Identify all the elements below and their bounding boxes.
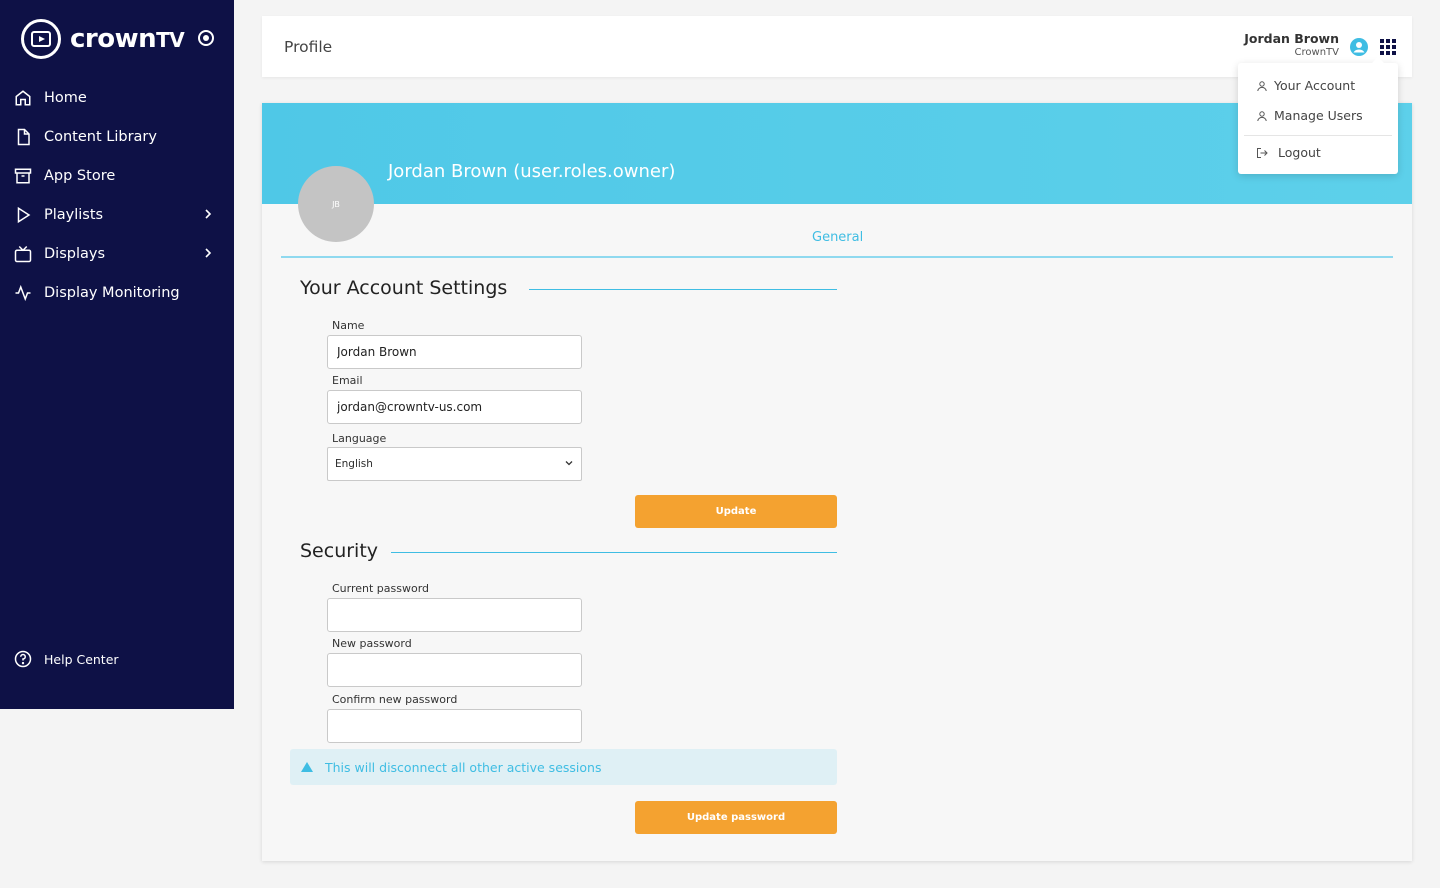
home-icon — [14, 89, 32, 107]
confirm-password-label: Confirm new password — [332, 693, 458, 706]
user-icon — [1256, 110, 1268, 122]
email-field[interactable] — [327, 390, 582, 424]
chevron-down-icon — [564, 458, 574, 470]
registered-icon — [198, 30, 214, 46]
app-logo[interactable]: crownTV — [21, 18, 185, 60]
activity-icon — [14, 284, 32, 302]
sidebar-item-label: Content Library — [44, 128, 157, 145]
sidebar-item-playlists[interactable]: Playlists — [0, 195, 234, 234]
archive-icon — [14, 167, 32, 185]
confirm-password-field[interactable] — [327, 709, 582, 743]
avatar: JB — [298, 166, 374, 242]
menu-item-logout[interactable]: Logout — [1256, 145, 1321, 160]
language-label: Language — [332, 432, 387, 445]
play-icon — [14, 206, 32, 224]
user-organization: CrownTV — [1294, 47, 1339, 58]
sidebar-item-content-library[interactable]: Content Library — [0, 117, 234, 156]
sidebar-nav: Home Content Library App Store Playlists — [0, 78, 234, 312]
file-icon — [14, 128, 32, 146]
menu-item-label: Logout — [1278, 145, 1321, 160]
menu-item-label: Your Account — [1274, 78, 1356, 93]
sidebar-item-label: Displays — [44, 245, 106, 262]
menu-item-manage-users[interactable]: Manage Users — [1256, 108, 1363, 123]
menu-item-label: Manage Users — [1274, 108, 1363, 123]
sidebar-item-help-center[interactable]: Help Center — [14, 650, 119, 668]
sidebar-item-label: Display Monitoring — [44, 284, 180, 301]
sidebar: crownTV Home Content Library App Store P… — [0, 0, 234, 709]
update-button[interactable]: Update — [635, 495, 837, 528]
help-center-label: Help Center — [44, 651, 119, 667]
sidebar-item-label: App Store — [44, 167, 116, 184]
logo-text-suffix: TV — [156, 28, 185, 52]
tab-underline — [281, 256, 1393, 258]
chevron-right-icon — [204, 208, 212, 224]
language-value: English — [335, 458, 373, 470]
user-name: Jordan Brown — [1244, 31, 1339, 46]
sidebar-item-label: Home — [44, 89, 87, 106]
apps-grid-icon[interactable] — [1380, 39, 1396, 55]
logo-mark-icon — [21, 19, 61, 59]
account-settings-heading: Your Account Settings — [300, 277, 508, 299]
session-warning-alert: This will disconnect all other active se… — [290, 749, 837, 785]
new-password-label: New password — [332, 637, 412, 650]
user-info[interactable]: Jordan Brown CrownTV — [1244, 31, 1339, 58]
chevron-right-icon — [204, 247, 212, 263]
update-password-button[interactable]: Update password — [635, 801, 837, 834]
name-label: Name — [332, 319, 365, 332]
current-password-label: Current password — [332, 582, 430, 595]
sidebar-item-display-monitoring[interactable]: Display Monitoring — [0, 273, 234, 312]
new-password-field[interactable] — [327, 653, 582, 687]
user-menu-dropdown: Your Account Manage Users Logout — [1238, 57, 1398, 174]
current-password-field[interactable] — [327, 598, 582, 632]
section-divider — [529, 289, 837, 290]
tv-icon — [14, 245, 32, 263]
language-select[interactable]: English — [327, 447, 582, 481]
alert-text: This will disconnect all other active se… — [325, 759, 602, 775]
user-circle-icon[interactable] — [1350, 38, 1368, 56]
security-heading: Security — [300, 540, 379, 562]
sidebar-item-app-store[interactable]: App Store — [0, 156, 234, 195]
menu-item-your-account[interactable]: Your Account — [1256, 78, 1355, 93]
sidebar-item-label: Playlists — [44, 206, 104, 223]
tab-general[interactable]: General — [812, 230, 863, 245]
profile-card: Jordan Brown (user.roles.owner) JB Gener… — [262, 103, 1412, 861]
warning-triangle-icon — [300, 761, 314, 773]
logo-text: crown — [70, 24, 157, 54]
user-icon — [1256, 80, 1268, 92]
help-circle-icon — [14, 650, 32, 668]
name-field[interactable] — [327, 335, 582, 369]
section-divider — [391, 552, 837, 553]
logout-icon — [1256, 147, 1268, 159]
sidebar-item-displays[interactable]: Displays — [0, 234, 234, 273]
page-title: Profile — [284, 38, 333, 56]
profile-display-name: Jordan Brown (user.roles.owner) — [388, 161, 676, 182]
menu-divider — [1244, 135, 1392, 136]
sidebar-item-home[interactable]: Home — [0, 78, 234, 117]
email-label: Email — [332, 374, 363, 387]
